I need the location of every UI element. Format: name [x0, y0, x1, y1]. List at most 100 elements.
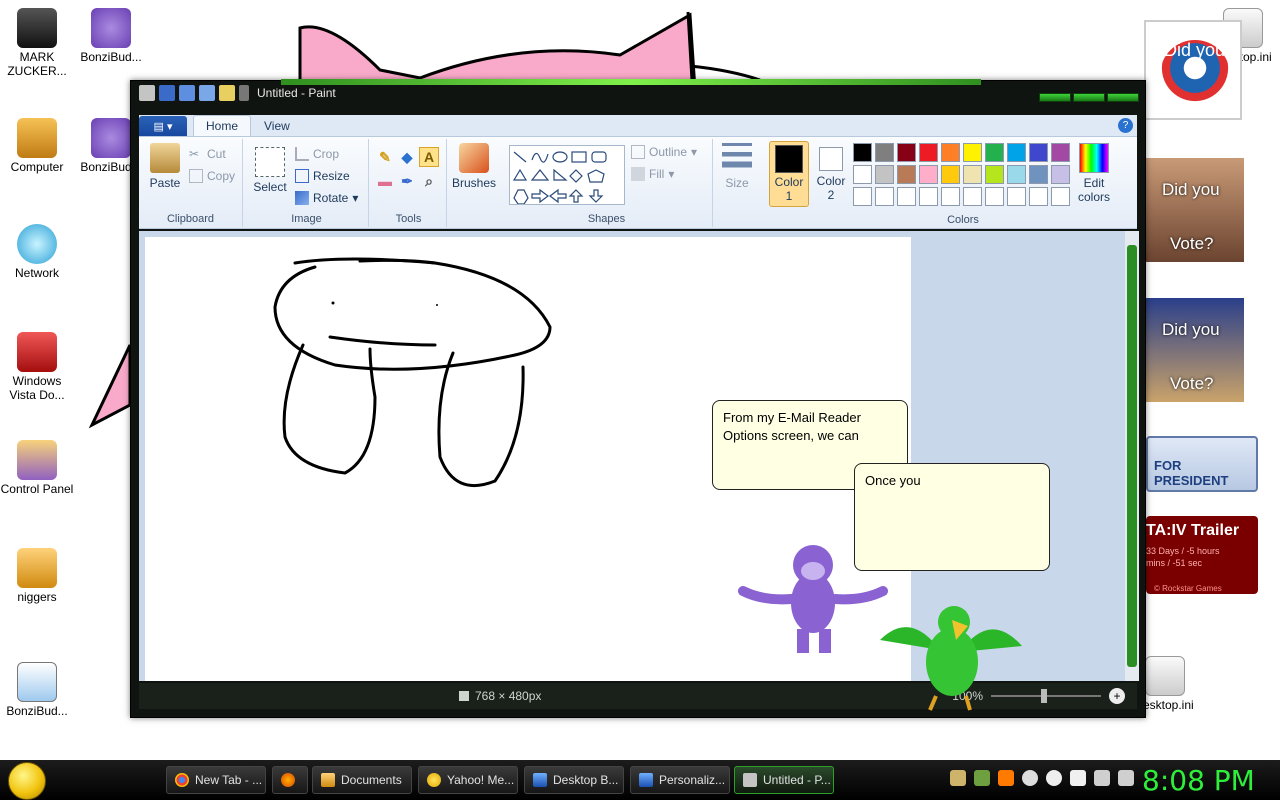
copy-button[interactable]: Copy: [189, 169, 235, 183]
search-icon[interactable]: [998, 770, 1014, 786]
start-button[interactable]: [8, 762, 46, 800]
mccain-gadget[interactable]: Did you Vote?: [1146, 158, 1244, 262]
color2-button[interactable]: Color 2: [811, 141, 851, 207]
color-swatch[interactable]: [1007, 165, 1026, 184]
taskbar-item-documents[interactable]: Documents: [312, 766, 412, 794]
taskbar-item-desktop[interactable]: Desktop B...: [524, 766, 624, 794]
safely-remove-icon[interactable]: [1070, 770, 1086, 786]
color-swatch[interactable]: [919, 165, 938, 184]
fill-button[interactable]: Fill ▾: [631, 167, 674, 181]
paint-app-icon[interactable]: [139, 85, 155, 101]
desktop-icon-bonzi-3[interactable]: BonziBud...: [0, 662, 74, 718]
tab-view[interactable]: View: [251, 115, 303, 136]
paste-button[interactable]: Paste: [145, 143, 185, 190]
magnifier-icon[interactable]: ⌕: [419, 171, 439, 191]
text-tool-button[interactable]: A: [419, 147, 439, 167]
close-button[interactable]: [1107, 93, 1139, 102]
color-swatch[interactable]: [875, 165, 894, 184]
tray-app-icon[interactable]: [1022, 770, 1038, 786]
color-swatch[interactable]: [1029, 143, 1048, 162]
color-swatch[interactable]: [1051, 187, 1070, 206]
scrollbar-thumb[interactable]: [1127, 245, 1137, 667]
color-swatch[interactable]: [897, 143, 916, 162]
zoom-in-icon[interactable]: +: [1109, 688, 1125, 704]
new-icon[interactable]: [219, 85, 235, 101]
obama-gadget[interactable]: Did you: [1144, 20, 1242, 120]
minus-icon[interactable]: [1046, 770, 1062, 786]
color-swatch[interactable]: [875, 187, 894, 206]
color-swatch[interactable]: [941, 187, 960, 206]
save-icon[interactable]: [159, 85, 175, 101]
color-picker-icon[interactable]: ✒: [397, 171, 417, 191]
tab-home[interactable]: Home: [193, 115, 252, 136]
network-icon[interactable]: [1094, 770, 1110, 786]
select-button[interactable]: Select: [251, 147, 289, 194]
crop-button[interactable]: Crop: [295, 147, 339, 161]
color-swatch[interactable]: [985, 187, 1004, 206]
tray-app-icon[interactable]: [950, 770, 966, 786]
color-swatch[interactable]: [853, 165, 872, 184]
maximize-button[interactable]: [1073, 93, 1105, 102]
desktop-icon-recycle[interactable]: Windows Vista Do...: [0, 332, 74, 402]
taskbar-item-personalize[interactable]: Personaliz...: [630, 766, 730, 794]
zoom-slider-thumb[interactable]: [1041, 689, 1047, 703]
color-swatch[interactable]: [1029, 187, 1048, 206]
cut-button[interactable]: ✂ Cut: [189, 147, 226, 161]
color-swatch[interactable]: [875, 143, 894, 162]
color-swatch[interactable]: [897, 165, 916, 184]
gta-trailer-gadget[interactable]: TA:IV Trailer 33 Days / -5 hours mins / …: [1146, 516, 1258, 594]
desktop-icon-control-panel[interactable]: Control Panel: [0, 440, 74, 496]
tray-app-icon[interactable]: [974, 770, 990, 786]
help-icon[interactable]: ?: [1118, 118, 1133, 133]
redo-icon[interactable]: [199, 85, 215, 101]
taskbar-item-firefox[interactable]: [272, 766, 308, 794]
outline-button[interactable]: Outline ▾: [631, 145, 697, 159]
color-swatch[interactable]: [963, 143, 982, 162]
color-swatch[interactable]: [919, 143, 938, 162]
eraser-icon[interactable]: ▬: [375, 171, 395, 191]
desktop-icon-folder[interactable]: niggers: [0, 548, 74, 604]
color-swatch[interactable]: [985, 165, 1004, 184]
speaker-icon[interactable]: [1118, 770, 1134, 786]
resize-button[interactable]: Resize: [295, 169, 350, 183]
clinton-gadget[interactable]: Did you Vote?: [1146, 298, 1244, 402]
chevron-down-icon[interactable]: [239, 85, 249, 101]
color-swatch[interactable]: [963, 165, 982, 184]
color-swatch[interactable]: [897, 187, 916, 206]
desktop-icon-bonzi-1[interactable]: BonziBud...: [74, 8, 148, 64]
clock[interactable]: 8:08 PM: [1142, 764, 1255, 797]
color-swatch[interactable]: [941, 143, 960, 162]
color-swatch[interactable]: [1007, 143, 1026, 162]
paint-menu-button[interactable]: ▤ ▾: [139, 116, 187, 136]
desktop-icon-computer[interactable]: Computer: [0, 118, 74, 174]
color-swatch[interactable]: [853, 187, 872, 206]
color-swatch[interactable]: [919, 187, 938, 206]
taskbar-item-chrome[interactable]: New Tab - ...: [166, 766, 266, 794]
brushes-button[interactable]: Brushes: [451, 143, 497, 190]
color-swatch[interactable]: [1051, 143, 1070, 162]
desktop-icon-mark[interactable]: MARK ZUCKER...: [0, 8, 74, 78]
taskbar-item-yahoo[interactable]: Yahoo! Me...: [418, 766, 518, 794]
vertical-scrollbar[interactable]: [1125, 231, 1139, 681]
minimize-button[interactable]: [1039, 93, 1071, 102]
rotate-button[interactable]: Rotate ▾: [295, 191, 358, 205]
color-swatch[interactable]: [1029, 165, 1048, 184]
shapes-gallery[interactable]: [509, 145, 625, 205]
color-swatch[interactable]: [853, 143, 872, 162]
color-swatch[interactable]: [1007, 187, 1026, 206]
president-gadget[interactable]: FOR PRESIDENT: [1146, 436, 1258, 492]
color-swatch[interactable]: [941, 165, 960, 184]
color1-button[interactable]: Color 1: [769, 141, 809, 207]
color-swatch[interactable]: [985, 143, 1004, 162]
color-swatch[interactable]: [963, 187, 982, 206]
size-button[interactable]: Size: [717, 143, 757, 190]
taskbar-item-paint[interactable]: Untitled - P...: [734, 766, 834, 794]
pencil-icon[interactable]: ✎: [375, 147, 395, 167]
title-bar[interactable]: Untitled - Paint: [131, 81, 1145, 105]
desktop-icon-network[interactable]: Network: [0, 224, 74, 280]
edit-colors-button[interactable]: Edit colors: [1073, 143, 1115, 204]
fill-bucket-icon[interactable]: ◆: [397, 147, 417, 167]
undo-icon[interactable]: [179, 85, 195, 101]
color-swatch[interactable]: [1051, 165, 1070, 184]
parrot-character[interactable]: [870, 600, 1032, 712]
